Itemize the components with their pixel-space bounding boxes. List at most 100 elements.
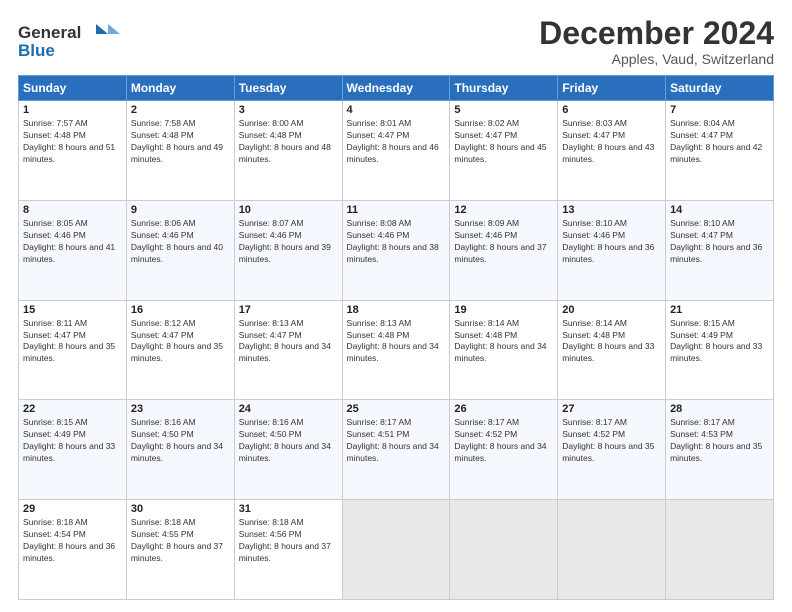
weekday-header-friday: Friday bbox=[558, 76, 666, 101]
day-number: 31 bbox=[239, 503, 338, 515]
day-number: 30 bbox=[131, 503, 230, 515]
day-info: Sunrise: 8:16 AM Sunset: 4:50 PM Dayligh… bbox=[131, 417, 230, 465]
day-info: Sunrise: 8:14 AM Sunset: 4:48 PM Dayligh… bbox=[454, 318, 553, 366]
day-cell-3: 3 Sunrise: 8:00 AM Sunset: 4:48 PM Dayli… bbox=[234, 101, 342, 201]
day-info: Sunrise: 8:00 AM Sunset: 4:48 PM Dayligh… bbox=[239, 118, 338, 166]
day-cell-10: 10 Sunrise: 8:07 AM Sunset: 4:46 PM Dayl… bbox=[234, 200, 342, 300]
day-number: 25 bbox=[347, 403, 446, 415]
day-number: 15 bbox=[23, 304, 122, 316]
day-number: 29 bbox=[23, 503, 122, 515]
day-info: Sunrise: 7:57 AM Sunset: 4:48 PM Dayligh… bbox=[23, 118, 122, 166]
weekday-header-wednesday: Wednesday bbox=[342, 76, 450, 101]
day-number: 20 bbox=[562, 304, 661, 316]
day-cell-9: 9 Sunrise: 8:06 AM Sunset: 4:46 PM Dayli… bbox=[126, 200, 234, 300]
day-cell-15: 15 Sunrise: 8:11 AM Sunset: 4:47 PM Dayl… bbox=[19, 300, 127, 400]
day-cell-5: 5 Sunrise: 8:02 AM Sunset: 4:47 PM Dayli… bbox=[450, 101, 558, 201]
day-number: 19 bbox=[454, 304, 553, 316]
empty-cell-4-5 bbox=[558, 500, 666, 600]
day-number: 23 bbox=[131, 403, 230, 415]
logo-svg: General Blue bbox=[18, 16, 138, 61]
day-cell-17: 17 Sunrise: 8:13 AM Sunset: 4:47 PM Dayl… bbox=[234, 300, 342, 400]
day-info: Sunrise: 8:13 AM Sunset: 4:47 PM Dayligh… bbox=[239, 318, 338, 366]
day-number: 1 bbox=[23, 104, 122, 116]
weekday-header-sunday: Sunday bbox=[19, 76, 127, 101]
day-cell-31: 31 Sunrise: 8:18 AM Sunset: 4:56 PM Dayl… bbox=[234, 500, 342, 600]
day-info: Sunrise: 8:17 AM Sunset: 4:53 PM Dayligh… bbox=[670, 417, 769, 465]
day-info: Sunrise: 8:14 AM Sunset: 4:48 PM Dayligh… bbox=[562, 318, 661, 366]
logo: General Blue bbox=[18, 16, 138, 61]
day-number: 4 bbox=[347, 104, 446, 116]
day-number: 5 bbox=[454, 104, 553, 116]
day-number: 27 bbox=[562, 403, 661, 415]
day-number: 14 bbox=[670, 204, 769, 216]
day-cell-14: 14 Sunrise: 8:10 AM Sunset: 4:47 PM Dayl… bbox=[666, 200, 774, 300]
day-info: Sunrise: 7:58 AM Sunset: 4:48 PM Dayligh… bbox=[131, 118, 230, 166]
day-number: 22 bbox=[23, 403, 122, 415]
day-info: Sunrise: 8:07 AM Sunset: 4:46 PM Dayligh… bbox=[239, 218, 338, 266]
day-cell-30: 30 Sunrise: 8:18 AM Sunset: 4:55 PM Dayl… bbox=[126, 500, 234, 600]
calendar-body: 1 Sunrise: 7:57 AM Sunset: 4:48 PM Dayli… bbox=[19, 101, 774, 600]
day-info: Sunrise: 8:17 AM Sunset: 4:52 PM Dayligh… bbox=[454, 417, 553, 465]
day-cell-23: 23 Sunrise: 8:16 AM Sunset: 4:50 PM Dayl… bbox=[126, 400, 234, 500]
day-cell-2: 2 Sunrise: 7:58 AM Sunset: 4:48 PM Dayli… bbox=[126, 101, 234, 201]
day-info: Sunrise: 8:04 AM Sunset: 4:47 PM Dayligh… bbox=[670, 118, 769, 166]
day-cell-20: 20 Sunrise: 8:14 AM Sunset: 4:48 PM Dayl… bbox=[558, 300, 666, 400]
day-number: 9 bbox=[131, 204, 230, 216]
day-info: Sunrise: 8:18 AM Sunset: 4:55 PM Dayligh… bbox=[131, 517, 230, 565]
week-row-4: 22 Sunrise: 8:15 AM Sunset: 4:49 PM Dayl… bbox=[19, 400, 774, 500]
day-number: 12 bbox=[454, 204, 553, 216]
weekday-header-monday: Monday bbox=[126, 76, 234, 101]
empty-cell-4-3 bbox=[342, 500, 450, 600]
day-number: 11 bbox=[347, 204, 446, 216]
day-info: Sunrise: 8:16 AM Sunset: 4:50 PM Dayligh… bbox=[239, 417, 338, 465]
weekday-header-row: SundayMondayTuesdayWednesdayThursdayFrid… bbox=[19, 76, 774, 101]
svg-text:Blue: Blue bbox=[18, 41, 55, 60]
day-number: 17 bbox=[239, 304, 338, 316]
day-info: Sunrise: 8:06 AM Sunset: 4:46 PM Dayligh… bbox=[131, 218, 230, 266]
day-info: Sunrise: 8:09 AM Sunset: 4:46 PM Dayligh… bbox=[454, 218, 553, 266]
day-info: Sunrise: 8:15 AM Sunset: 4:49 PM Dayligh… bbox=[670, 318, 769, 366]
day-info: Sunrise: 8:12 AM Sunset: 4:47 PM Dayligh… bbox=[131, 318, 230, 366]
weekday-header-saturday: Saturday bbox=[666, 76, 774, 101]
header: General Blue December 2024 Apples, Vaud,… bbox=[18, 16, 774, 67]
day-cell-4: 4 Sunrise: 8:01 AM Sunset: 4:47 PM Dayli… bbox=[342, 101, 450, 201]
day-info: Sunrise: 8:10 AM Sunset: 4:46 PM Dayligh… bbox=[562, 218, 661, 266]
weekday-header-thursday: Thursday bbox=[450, 76, 558, 101]
week-row-1: 1 Sunrise: 7:57 AM Sunset: 4:48 PM Dayli… bbox=[19, 101, 774, 201]
day-number: 18 bbox=[347, 304, 446, 316]
day-cell-26: 26 Sunrise: 8:17 AM Sunset: 4:52 PM Dayl… bbox=[450, 400, 558, 500]
day-info: Sunrise: 8:18 AM Sunset: 4:56 PM Dayligh… bbox=[239, 517, 338, 565]
day-info: Sunrise: 8:01 AM Sunset: 4:47 PM Dayligh… bbox=[347, 118, 446, 166]
day-cell-11: 11 Sunrise: 8:08 AM Sunset: 4:46 PM Dayl… bbox=[342, 200, 450, 300]
day-cell-18: 18 Sunrise: 8:13 AM Sunset: 4:48 PM Dayl… bbox=[342, 300, 450, 400]
day-number: 10 bbox=[239, 204, 338, 216]
day-number: 3 bbox=[239, 104, 338, 116]
day-info: Sunrise: 8:13 AM Sunset: 4:48 PM Dayligh… bbox=[347, 318, 446, 366]
day-number: 6 bbox=[562, 104, 661, 116]
day-number: 13 bbox=[562, 204, 661, 216]
day-info: Sunrise: 8:17 AM Sunset: 4:52 PM Dayligh… bbox=[562, 417, 661, 465]
day-cell-6: 6 Sunrise: 8:03 AM Sunset: 4:47 PM Dayli… bbox=[558, 101, 666, 201]
day-cell-29: 29 Sunrise: 8:18 AM Sunset: 4:54 PM Dayl… bbox=[19, 500, 127, 600]
empty-cell-4-6 bbox=[666, 500, 774, 600]
day-cell-21: 21 Sunrise: 8:15 AM Sunset: 4:49 PM Dayl… bbox=[666, 300, 774, 400]
week-row-3: 15 Sunrise: 8:11 AM Sunset: 4:47 PM Dayl… bbox=[19, 300, 774, 400]
day-cell-25: 25 Sunrise: 8:17 AM Sunset: 4:51 PM Dayl… bbox=[342, 400, 450, 500]
day-cell-28: 28 Sunrise: 8:17 AM Sunset: 4:53 PM Dayl… bbox=[666, 400, 774, 500]
day-number: 16 bbox=[131, 304, 230, 316]
day-cell-1: 1 Sunrise: 7:57 AM Sunset: 4:48 PM Dayli… bbox=[19, 101, 127, 201]
weekday-header-tuesday: Tuesday bbox=[234, 76, 342, 101]
day-cell-19: 19 Sunrise: 8:14 AM Sunset: 4:48 PM Dayl… bbox=[450, 300, 558, 400]
day-info: Sunrise: 8:11 AM Sunset: 4:47 PM Dayligh… bbox=[23, 318, 122, 366]
svg-text:General: General bbox=[18, 23, 81, 42]
calendar-table: SundayMondayTuesdayWednesdayThursdayFrid… bbox=[18, 75, 774, 600]
day-number: 2 bbox=[131, 104, 230, 116]
day-info: Sunrise: 8:05 AM Sunset: 4:46 PM Dayligh… bbox=[23, 218, 122, 266]
week-row-2: 8 Sunrise: 8:05 AM Sunset: 4:46 PM Dayli… bbox=[19, 200, 774, 300]
day-number: 26 bbox=[454, 403, 553, 415]
day-info: Sunrise: 8:15 AM Sunset: 4:49 PM Dayligh… bbox=[23, 417, 122, 465]
day-cell-27: 27 Sunrise: 8:17 AM Sunset: 4:52 PM Dayl… bbox=[558, 400, 666, 500]
empty-cell-4-4 bbox=[450, 500, 558, 600]
title-area: December 2024 Apples, Vaud, Switzerland bbox=[539, 16, 774, 67]
day-info: Sunrise: 8:10 AM Sunset: 4:47 PM Dayligh… bbox=[670, 218, 769, 266]
